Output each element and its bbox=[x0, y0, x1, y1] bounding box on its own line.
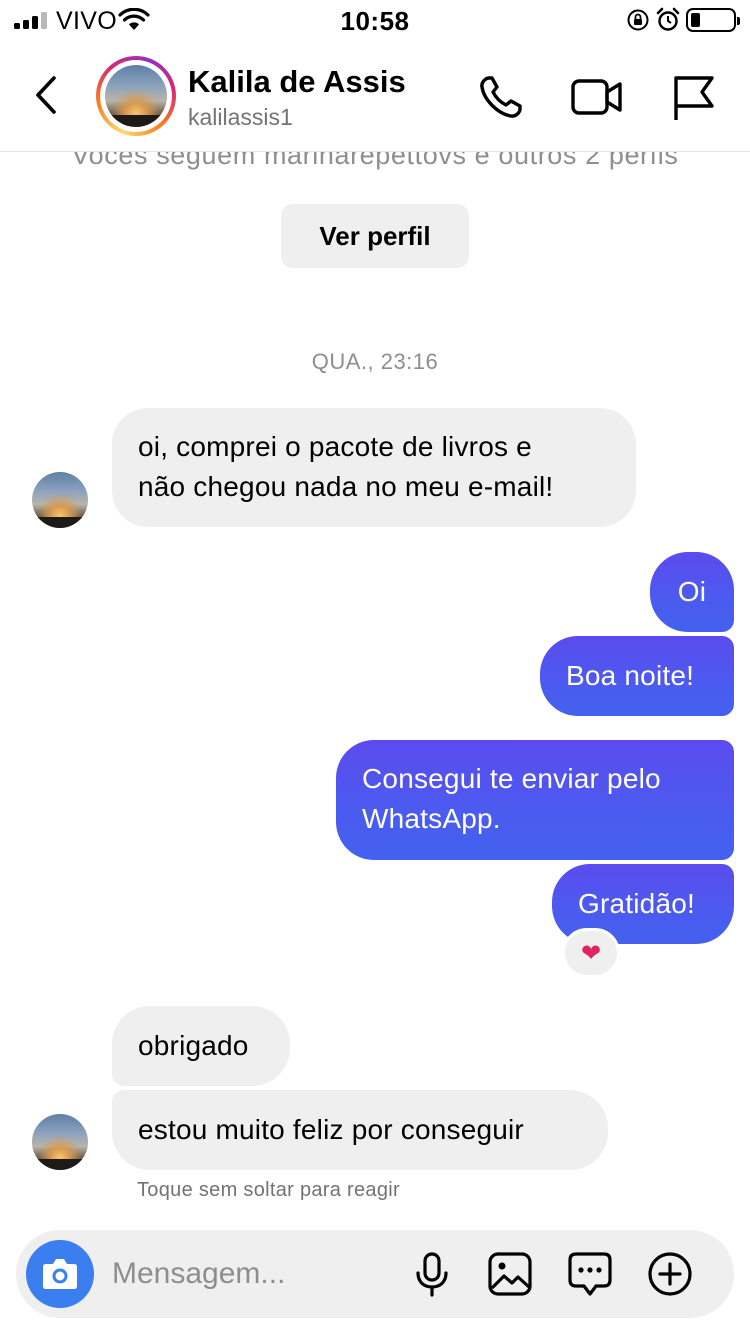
contact-username[interactable]: kalilassis1 bbox=[188, 104, 293, 131]
outgoing-message[interactable]: Boa noite! bbox=[540, 636, 734, 716]
video-camera-icon[interactable] bbox=[570, 70, 624, 124]
contact-avatar bbox=[105, 65, 167, 127]
message-line: Boa noite! bbox=[566, 660, 695, 691]
view-profile-button[interactable]: Ver perfil bbox=[281, 204, 469, 268]
incoming-message[interactable]: obrigado bbox=[112, 1006, 290, 1086]
react-hint: Toque sem soltar para reagir bbox=[137, 1179, 400, 1201]
flag-icon[interactable] bbox=[668, 70, 722, 124]
contact-avatar-with-story-ring[interactable] bbox=[96, 56, 176, 136]
message-line: estou muito feliz por conseguir bbox=[138, 1114, 524, 1145]
orientation-lock-icon bbox=[627, 9, 649, 31]
contact-name[interactable]: Kalila de Assis bbox=[188, 64, 406, 100]
plus-icon[interactable] bbox=[646, 1250, 694, 1298]
message-line: não chegou nada no meu e-mail! bbox=[138, 471, 554, 502]
phone-icon[interactable] bbox=[474, 70, 528, 124]
battery-icon bbox=[686, 8, 740, 32]
message-line: Consegui te enviar pelo bbox=[362, 763, 661, 794]
status-bar: VIVO 10:58 bbox=[0, 0, 750, 40]
message-line: obrigado bbox=[138, 1030, 249, 1061]
camera-icon bbox=[43, 1259, 77, 1289]
message-line: Gratidão! bbox=[578, 888, 695, 919]
sticker-chat-icon[interactable] bbox=[566, 1250, 614, 1298]
message-line: Oi bbox=[677, 576, 707, 607]
microphone-icon[interactable] bbox=[408, 1250, 456, 1298]
message-composer bbox=[16, 1230, 734, 1318]
incoming-message[interactable]: estou muito feliz por conseguir bbox=[112, 1090, 608, 1170]
contact-avatar[interactable] bbox=[32, 472, 88, 528]
conversation-timestamp: QUA., 23:16 bbox=[311, 349, 439, 374]
contact-avatar[interactable] bbox=[32, 1114, 88, 1170]
camera-button[interactable] bbox=[26, 1240, 94, 1308]
gallery-icon[interactable] bbox=[486, 1250, 534, 1298]
heart-reaction-icon[interactable]: ❤ bbox=[562, 928, 620, 978]
alarm-icon bbox=[656, 7, 680, 31]
chat-header: Kalila de Assis kalilassis1 bbox=[0, 44, 750, 152]
incoming-message[interactable]: oi, comprei o pacote de livros e não che… bbox=[112, 408, 636, 527]
outgoing-message[interactable]: Oi bbox=[650, 552, 734, 632]
outgoing-message[interactable]: Consegui te enviar pelo WhatsApp. bbox=[336, 740, 734, 860]
back-chevron-icon[interactable] bbox=[24, 70, 68, 120]
message-input[interactable] bbox=[112, 1252, 392, 1296]
message-line: oi, comprei o pacote de livros e bbox=[138, 431, 532, 462]
message-line: WhatsApp. bbox=[362, 803, 501, 834]
